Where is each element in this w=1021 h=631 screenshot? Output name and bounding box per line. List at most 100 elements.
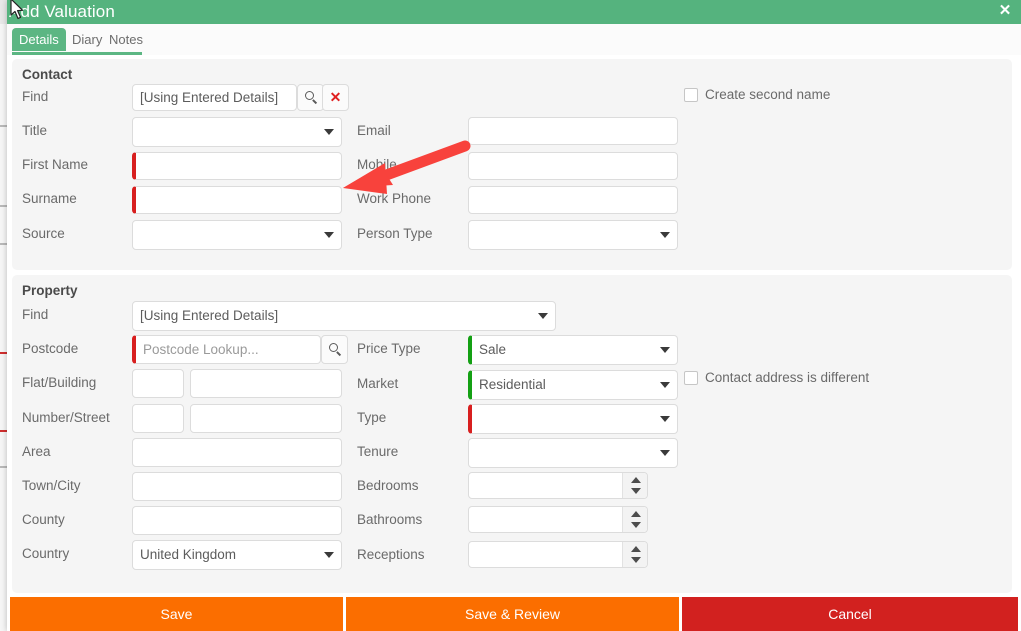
property-postcode-label: Postcode	[22, 341, 78, 356]
save-button[interactable]: Save	[10, 597, 343, 631]
property-bathrooms-spin-buttons[interactable]	[622, 507, 647, 532]
property-county-input[interactable]	[132, 506, 342, 535]
close-icon[interactable]: ✕	[997, 3, 1013, 19]
contact-person-type-select[interactable]	[468, 220, 678, 250]
contact-source-select[interactable]	[132, 220, 342, 250]
property-tenure-label: Tenure	[357, 444, 398, 459]
background-tick	[0, 125, 7, 127]
contact-person-type-label: Person Type	[357, 226, 433, 241]
property-bedrooms-label: Bedrooms	[357, 478, 419, 493]
property-bathrooms-label: Bathrooms	[357, 512, 422, 527]
chevron-down-icon	[324, 232, 334, 238]
contact-first-name-input[interactable]	[132, 152, 342, 180]
chevron-down-icon	[660, 416, 670, 422]
tab-notes[interactable]: Notes	[102, 28, 150, 51]
contact-title-select[interactable]	[132, 117, 342, 147]
property-flat-building-number-input[interactable]	[132, 369, 184, 398]
spinner-up-icon[interactable]	[631, 511, 641, 517]
tab-details[interactable]: Details	[12, 28, 66, 51]
property-price-type-label: Price Type	[357, 341, 421, 356]
property-section: Property Find [Using Entered Details] Po…	[12, 275, 1012, 593]
spinner-down-icon[interactable]	[631, 522, 641, 528]
contact-mobile-label: Mobile	[357, 157, 397, 172]
property-postcode-search-button[interactable]	[321, 335, 348, 364]
contact-mobile-input[interactable]	[468, 152, 678, 180]
cancel-button[interactable]: Cancel	[682, 597, 1018, 631]
property-number-input[interactable]	[132, 404, 184, 433]
property-tenure-select[interactable]	[468, 438, 678, 468]
property-bathrooms-stepper[interactable]	[468, 506, 648, 533]
contact-surname-label: Surname	[22, 191, 77, 206]
property-area-label: Area	[22, 444, 51, 459]
property-receptions-spin-buttons[interactable]	[622, 542, 647, 567]
background-tick	[0, 243, 7, 245]
chevron-down-icon	[660, 450, 670, 456]
save-review-button[interactable]: Save & Review	[346, 597, 679, 631]
property-type-select[interactable]	[468, 404, 678, 434]
contact-first-name-label: First Name	[22, 157, 88, 172]
chevron-down-icon	[324, 552, 334, 558]
spinner-up-icon[interactable]	[631, 477, 641, 483]
property-area-input[interactable]	[132, 438, 342, 467]
chevron-down-icon	[660, 382, 670, 388]
property-receptions-stepper[interactable]	[468, 541, 648, 568]
property-flat-building-label: Flat/Building	[22, 375, 96, 390]
contact-surname-input[interactable]	[132, 186, 342, 214]
property-country-label: Country	[22, 546, 69, 561]
property-street-input[interactable]	[190, 404, 342, 433]
property-price-type-value: Sale	[479, 336, 655, 364]
property-country-select[interactable]: United Kingdom	[132, 540, 342, 570]
contact-work-phone-input[interactable]	[468, 186, 678, 214]
contact-section: Contact Find [Using Entered Details] ✕ T…	[12, 59, 1012, 270]
dialog-title: Add Valuation	[9, 1, 115, 23]
contact-source-label: Source	[22, 226, 65, 241]
property-type-label: Type	[357, 410, 386, 425]
chevron-down-icon	[660, 347, 670, 353]
contact-find-input[interactable]: [Using Entered Details]	[132, 84, 297, 111]
property-county-label: County	[22, 512, 65, 527]
property-postcode-input[interactable]: Postcode Lookup...	[132, 335, 321, 364]
background-tick	[0, 430, 7, 432]
property-postcode-placeholder: Postcode Lookup...	[143, 336, 316, 363]
property-bedrooms-spin-buttons[interactable]	[622, 473, 647, 498]
property-price-type-select[interactable]: Sale	[468, 335, 678, 365]
search-icon	[305, 91, 314, 100]
chevron-down-icon	[324, 129, 334, 135]
checkbox-box	[684, 371, 698, 385]
contact-email-input[interactable]	[468, 117, 678, 145]
spinner-down-icon[interactable]	[631, 488, 641, 494]
contact-find-clear-button[interactable]: ✕	[322, 84, 349, 111]
property-town-city-input[interactable]	[132, 472, 342, 501]
spinner-up-icon[interactable]	[631, 546, 641, 552]
property-find-value: [Using Entered Details]	[140, 302, 533, 330]
contact-find-search-button[interactable]	[297, 84, 324, 111]
search-icon	[329, 343, 338, 352]
contact-section-title: Contact	[22, 67, 72, 82]
tab-bar: Details Diary Notes	[7, 24, 1021, 55]
create-second-name-label: Create second name	[705, 86, 830, 103]
property-find-select[interactable]: [Using Entered Details]	[132, 301, 556, 331]
property-town-city-label: Town/City	[22, 478, 81, 493]
property-market-select[interactable]: Residential	[468, 370, 678, 400]
contact-email-label: Email	[357, 123, 391, 138]
property-section-title: Property	[22, 283, 78, 298]
contact-title-label: Title	[22, 123, 47, 138]
checkbox-box	[684, 88, 698, 102]
contact-work-phone-label: Work Phone	[357, 191, 431, 206]
background-tick	[0, 205, 7, 207]
chevron-down-icon	[660, 232, 670, 238]
property-country-value: United Kingdom	[140, 541, 319, 569]
property-market-label: Market	[357, 376, 398, 391]
dialog-content: Contact Find [Using Entered Details] ✕ T…	[7, 55, 1021, 616]
spinner-down-icon[interactable]	[631, 557, 641, 563]
property-bedrooms-stepper[interactable]	[468, 472, 648, 499]
property-find-label: Find	[22, 307, 48, 322]
background-tick	[0, 352, 7, 354]
dialog-header: Add Valuation ✕	[7, 0, 1021, 24]
property-flat-building-name-input[interactable]	[190, 369, 342, 398]
contact-address-different-label: Contact address is different	[705, 369, 869, 386]
background-tick	[0, 466, 7, 468]
contact-find-label: Find	[22, 89, 48, 104]
property-number-street-label: Number/Street	[22, 410, 110, 425]
contact-find-value: [Using Entered Details]	[140, 85, 292, 110]
